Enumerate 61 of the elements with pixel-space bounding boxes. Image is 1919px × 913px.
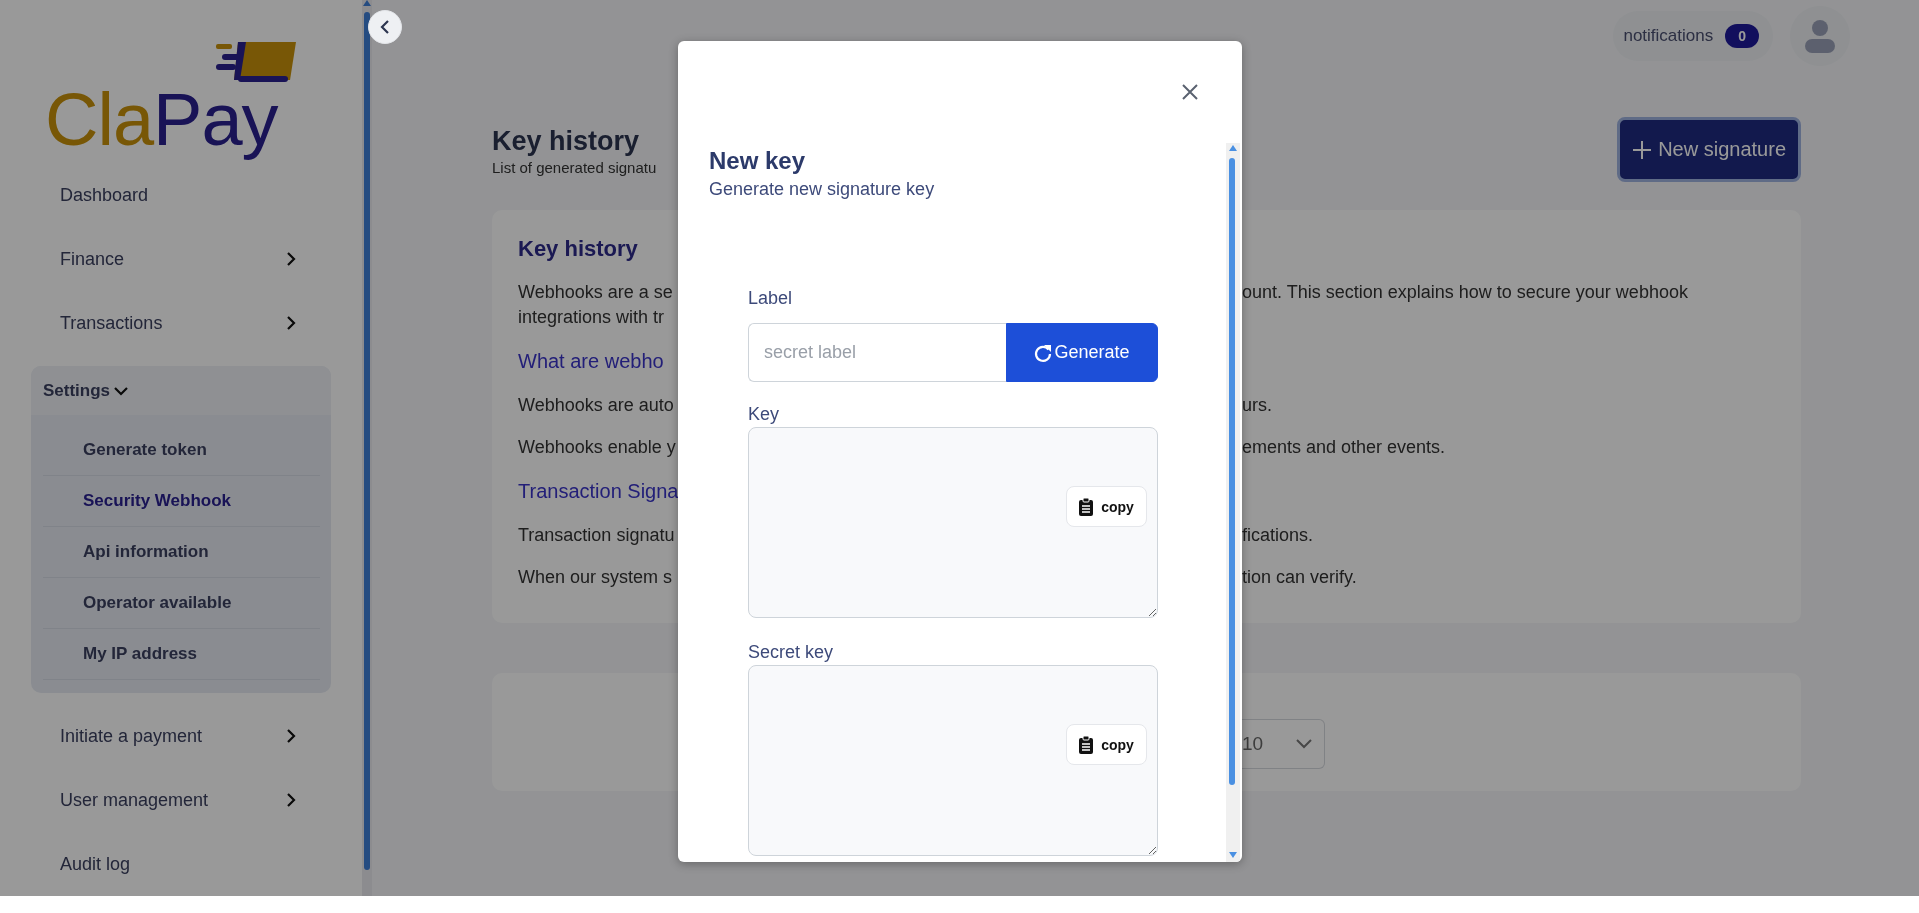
logo-text: ClaPay [45, 80, 278, 160]
modal-title: New key [709, 146, 807, 176]
plus-icon [1632, 139, 1653, 160]
scroll-up-arrow-icon[interactable] [363, 0, 371, 6]
submenu-item[interactable]: My IP address [43, 629, 320, 680]
sidebar-item[interactable]: User management [0, 768, 362, 832]
chevron-right-icon [286, 793, 296, 807]
chevron-right-icon [286, 252, 296, 266]
submenu-item[interactable]: Operator available [43, 578, 320, 629]
notifications-button[interactable]: notifications 0 [1613, 11, 1773, 61]
chevron-down-icon [1296, 739, 1312, 749]
paragraph-text: tion can verify. [1242, 566, 1358, 589]
field-label: Secret key [748, 642, 835, 663]
sidebar-item[interactable]: Initiate a payment [0, 704, 362, 768]
notification-count: 0 [1725, 24, 1759, 48]
paragraph-text: Webhooks enable y [518, 436, 677, 459]
label-input[interactable]: secret label [748, 323, 1006, 382]
key-field[interactable] [748, 427, 1158, 618]
paragraph-text: ements and other events. [1242, 436, 1447, 459]
sidebar-item[interactable]: Finance [0, 227, 362, 291]
field-label: Label [748, 288, 794, 309]
section-heading: Transaction Signa [518, 479, 678, 504]
refresh-icon [1034, 342, 1053, 363]
chevron-left-icon [380, 20, 390, 34]
new-signature-button[interactable]: New signature [1617, 117, 1801, 182]
section-heading: What are webho [518, 349, 665, 374]
page-title: Key history [492, 125, 641, 157]
scroll-down-arrow-icon[interactable] [1229, 852, 1237, 858]
close-button[interactable] [1180, 82, 1200, 102]
paragraph-text: fications. [1242, 524, 1315, 547]
sidebar-item[interactable]: Transactions [0, 291, 362, 355]
chevron-right-icon [286, 729, 296, 743]
paragraph-text: ount. This section explains how to secure your webhook [1242, 281, 1689, 304]
page-subtitle: List of generated signatu [492, 159, 657, 176]
sidebar-item[interactable]: Settings [31, 366, 331, 415]
sidebar-item[interactable]: Dashboard [0, 163, 362, 227]
paragraph-text: When our system s [518, 566, 674, 589]
paragraph-text: Transaction signatu [518, 524, 676, 547]
sidebar-item[interactable]: Audit log [0, 832, 362, 896]
paragraph-text: urs. [1242, 394, 1273, 417]
copy-button[interactable]: copy [1066, 724, 1147, 765]
collapse-button[interactable] [368, 10, 402, 44]
scrollbar[interactable] [362, 0, 372, 896]
clipboard-icon [1079, 735, 1094, 754]
paragraph-text: Webhooks are auto [518, 394, 675, 417]
card-title: Key history [518, 236, 639, 262]
paragraph-text: Webhooks are a se [518, 281, 674, 304]
scrollbar[interactable] [1226, 143, 1240, 862]
clipboard-icon [1079, 497, 1094, 516]
chevron-right-icon [286, 316, 296, 330]
copy-button[interactable]: copy [1066, 486, 1147, 527]
submenu-item[interactable]: Api information [43, 527, 320, 578]
scroll-up-arrow-icon[interactable] [1229, 145, 1237, 151]
generate-button[interactable]: Generate [1006, 323, 1158, 382]
submenu-item[interactable]: Generate token [43, 425, 320, 476]
field-label: Key [748, 404, 781, 425]
modal-subtitle: Generate new signature key [709, 179, 936, 200]
key-field[interactable] [748, 665, 1158, 856]
submenu-item[interactable]: Security Webhook [43, 476, 320, 527]
chevron-down-icon [114, 385, 129, 396]
paragraph-text: integrations with tr [518, 306, 666, 329]
